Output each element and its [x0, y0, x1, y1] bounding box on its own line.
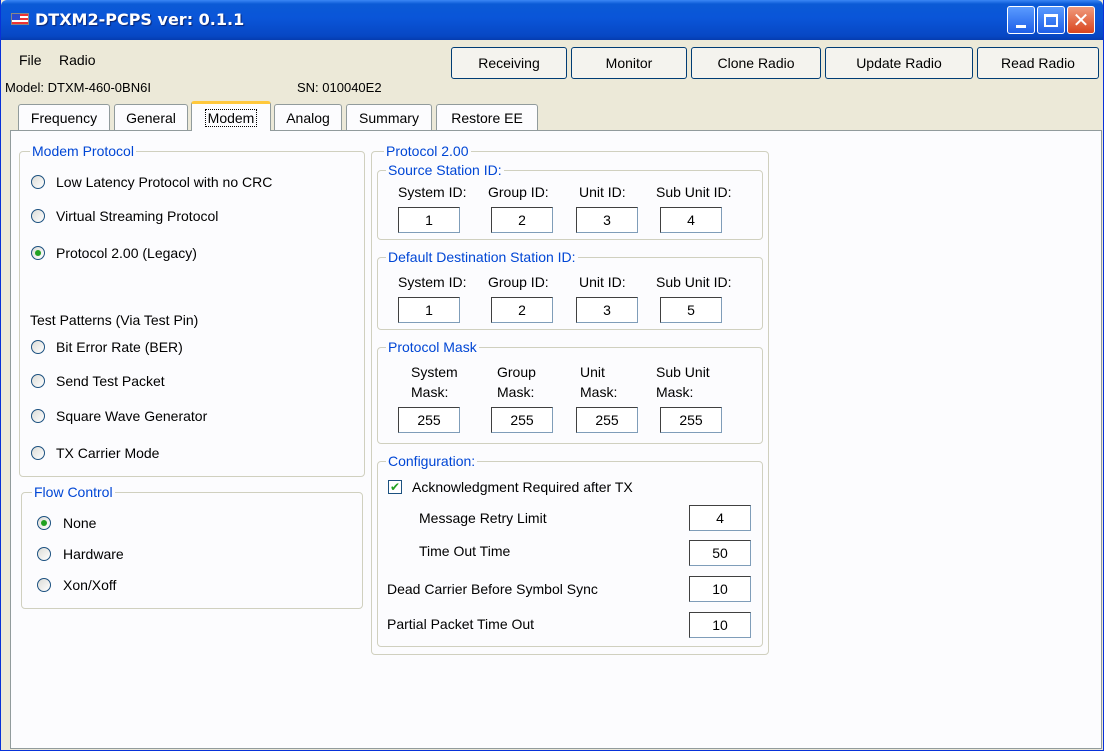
minimize-icon — [1016, 24, 1026, 28]
system-mask-label-1: System — [411, 364, 458, 380]
square-wave-label: Square Wave Generator — [56, 408, 208, 424]
bit-error-rate-label: Bit Error Rate (BER) — [56, 339, 183, 355]
dest-group-id-label: Group ID: — [488, 274, 549, 290]
time-out-label: Time Out Time — [419, 543, 511, 559]
maximize-button[interactable] — [1037, 6, 1065, 34]
source-system-id-field[interactable]: 1 — [398, 207, 460, 233]
group-mask-label-2: Mask: — [497, 384, 535, 400]
source-unit-id-field[interactable]: 3 — [576, 207, 638, 233]
tab-modem[interactable]: Modem — [191, 101, 271, 131]
sub-unit-mask-field[interactable]: 255 — [660, 407, 722, 433]
protocol-mask-legend: Protocol Mask — [386, 339, 479, 355]
monitor-button[interactable]: Monitor — [571, 47, 687, 79]
low-latency-label: Low Latency Protocol with no CRC — [56, 174, 273, 190]
radio-square-wave[interactable] — [31, 409, 45, 423]
source-system-id-label: System ID: — [398, 184, 467, 200]
dead-carrier-field[interactable]: 10 — [689, 576, 751, 602]
message-retry-label: Message Retry Limit — [419, 510, 547, 526]
minimize-button[interactable] — [1007, 6, 1035, 34]
virtual-streaming-label: Virtual Streaming Protocol — [56, 208, 219, 224]
tab-summary[interactable]: Summary — [346, 104, 432, 131]
send-test-packet-label: Send Test Packet — [56, 373, 165, 389]
close-button[interactable]: ✕ — [1067, 6, 1095, 34]
time-out-field[interactable]: 50 — [689, 540, 751, 566]
title-bar[interactable]: DTXM2-PCPS ver: 0.1.1 ✕ — [1, 0, 1103, 40]
system-mask-label-2: Mask: — [411, 384, 449, 400]
read-radio-button[interactable]: Read Radio — [977, 47, 1099, 79]
receiving-button[interactable]: Receiving — [451, 47, 567, 79]
maximize-icon — [1044, 13, 1058, 27]
flag-icon — [11, 13, 29, 25]
radio-virtual-streaming[interactable] — [31, 209, 45, 223]
unit-mask-label-2: Mask: — [580, 384, 618, 400]
partial-packet-label: Partial Packet Time Out — [387, 616, 535, 632]
configuration-legend: Configuration: — [386, 453, 478, 469]
group-mask-field[interactable]: 255 — [491, 407, 553, 433]
modem-protocol-legend: Modem Protocol — [30, 143, 136, 159]
ack-required-label: Acknowledgment Required after TX — [412, 479, 633, 495]
radio-bit-error-rate[interactable] — [31, 340, 45, 354]
radio-flow-xon-xoff[interactable] — [37, 578, 51, 592]
dest-unit-id-field[interactable]: 3 — [576, 297, 638, 323]
tab-restore-ee[interactable]: Restore EE — [436, 104, 538, 131]
radio-send-test-packet[interactable] — [31, 374, 45, 388]
unit-mask-label-1: Unit — [580, 364, 605, 380]
menu-file[interactable]: File — [19, 52, 42, 68]
flow-control-legend: Flow Control — [32, 484, 115, 500]
app-window: DTXM2-PCPS ver: 0.1.1 ✕ File Radio Recei… — [0, 0, 1104, 751]
dest-sub-unit-id-field[interactable]: 5 — [660, 297, 722, 323]
flow-hardware-label: Hardware — [63, 546, 124, 562]
update-radio-button[interactable]: Update Radio — [825, 47, 973, 79]
source-sub-unit-id-field[interactable]: 4 — [660, 207, 722, 233]
dest-group-id-field[interactable]: 2 — [491, 297, 553, 323]
default-destination-legend: Default Destination Station ID: — [386, 249, 578, 265]
source-group-id-label: Group ID: — [488, 184, 549, 200]
radio-protocol-2-legacy[interactable] — [31, 246, 45, 260]
window-title: DTXM2-PCPS ver: 0.1.1 — [35, 10, 245, 29]
source-unit-id-label: Unit ID: — [579, 184, 626, 200]
message-retry-field[interactable]: 4 — [689, 505, 751, 531]
clone-radio-button[interactable]: Clone Radio — [691, 47, 821, 79]
test-patterns-label: Test Patterns (Via Test Pin) — [30, 312, 199, 328]
radio-low-latency[interactable] — [31, 175, 45, 189]
dead-carrier-label: Dead Carrier Before Symbol Sync — [387, 581, 598, 597]
radio-tx-carrier-mode[interactable] — [31, 446, 45, 460]
system-mask-field[interactable]: 255 — [398, 407, 460, 433]
tab-frequency[interactable]: Frequency — [18, 104, 110, 131]
dest-unit-id-label: Unit ID: — [579, 274, 626, 290]
source-sub-unit-id-label: Sub Unit ID: — [656, 184, 732, 200]
source-station-legend: Source Station ID: — [386, 162, 504, 178]
radio-flow-hardware[interactable] — [37, 547, 51, 561]
menu-radio[interactable]: Radio — [59, 52, 96, 68]
dest-system-id-field[interactable]: 1 — [398, 297, 460, 323]
flow-none-label: None — [63, 515, 97, 531]
dest-system-id-label: System ID: — [398, 274, 467, 290]
check-icon: ✔ — [389, 480, 401, 494]
tab-general[interactable]: General — [114, 104, 188, 131]
serial-number-label: SN: 010040E2 — [297, 80, 382, 95]
tab-analog[interactable]: Analog — [274, 104, 342, 131]
close-icon: ✕ — [1072, 9, 1090, 32]
sub-unit-mask-label-2: Mask: — [656, 384, 694, 400]
unit-mask-field[interactable]: 255 — [576, 407, 638, 433]
partial-packet-field[interactable]: 10 — [689, 612, 751, 638]
radio-flow-none[interactable] — [37, 516, 51, 530]
protocol-2-legend: Protocol 2.00 — [384, 143, 471, 159]
flow-xon-xoff-label: Xon/Xoff — [63, 577, 117, 593]
sub-unit-mask-label-1: Sub Unit — [656, 364, 710, 380]
dest-sub-unit-id-label: Sub Unit ID: — [656, 274, 732, 290]
tx-carrier-mode-label: TX Carrier Mode — [56, 445, 160, 461]
model-label: Model: DTXM-460-0BN6I — [5, 80, 151, 95]
group-mask-label-1: Group — [497, 364, 536, 380]
protocol-2-legacy-label: Protocol 2.00 (Legacy) — [56, 245, 197, 261]
source-group-id-field[interactable]: 2 — [491, 207, 553, 233]
ack-required-checkbox[interactable]: ✔ — [388, 480, 402, 494]
